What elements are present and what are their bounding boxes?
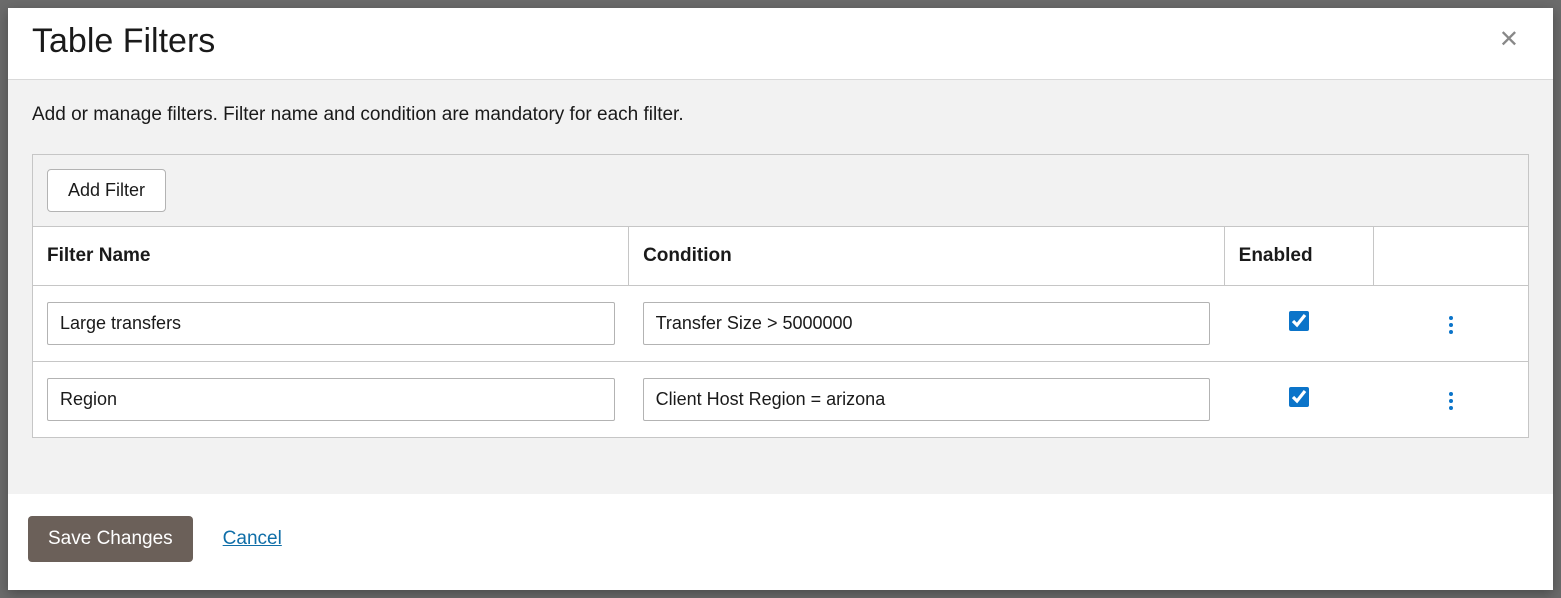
- dialog-title: Table Filters: [32, 22, 215, 61]
- filter-name-input[interactable]: [47, 378, 615, 421]
- col-header-enabled: Enabled: [1224, 227, 1373, 286]
- filter-name-input[interactable]: [47, 302, 615, 345]
- dialog-header: Table Filters ✕: [8, 8, 1553, 80]
- filter-enabled-checkbox[interactable]: [1289, 311, 1309, 331]
- close-button[interactable]: ✕: [1489, 22, 1529, 58]
- filters-table: Filter Name Condition Enabled: [33, 226, 1528, 437]
- dialog-footer: Save Changes Cancel: [8, 494, 1553, 590]
- table-row: [33, 362, 1528, 438]
- kebab-icon: [1449, 316, 1453, 334]
- table-row: [33, 286, 1528, 362]
- filter-condition-input[interactable]: [643, 302, 1211, 345]
- row-actions-button[interactable]: [1439, 310, 1463, 340]
- col-header-name: Filter Name: [33, 227, 629, 286]
- add-filter-bar: Add Filter: [33, 155, 1528, 226]
- col-header-actions: [1373, 227, 1528, 286]
- cancel-link[interactable]: Cancel: [223, 528, 282, 550]
- dialog-body: Add or manage filters. Filter name and c…: [8, 80, 1553, 494]
- filter-condition-input[interactable]: [643, 378, 1211, 421]
- dialog-description: Add or manage filters. Filter name and c…: [32, 104, 1529, 126]
- row-actions-button[interactable]: [1439, 386, 1463, 416]
- filters-panel: Add Filter Filter Name Condition Enabled: [32, 154, 1529, 438]
- kebab-icon: [1449, 392, 1453, 410]
- save-button[interactable]: Save Changes: [28, 516, 193, 562]
- close-icon: ✕: [1499, 26, 1519, 53]
- table-filters-dialog: Table Filters ✕ Add or manage filters. F…: [8, 8, 1553, 590]
- add-filter-button[interactable]: Add Filter: [47, 169, 166, 212]
- col-header-condition: Condition: [629, 227, 1225, 286]
- filter-enabled-checkbox[interactable]: [1289, 387, 1309, 407]
